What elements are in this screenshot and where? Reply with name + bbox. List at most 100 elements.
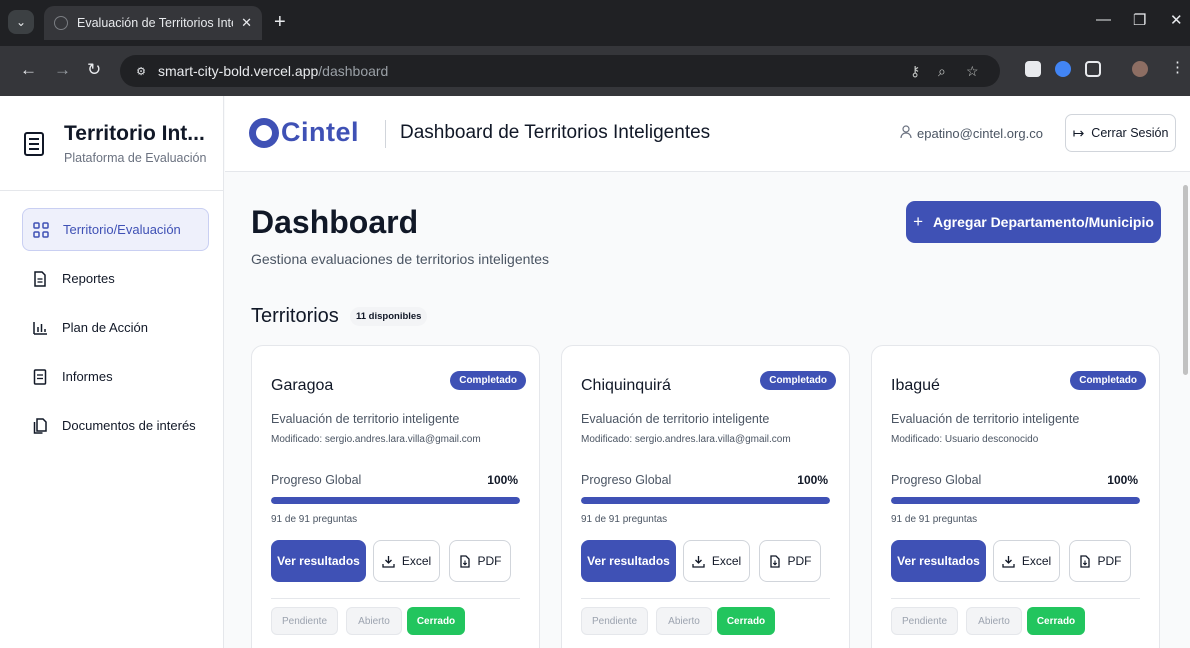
progress-bar (271, 497, 520, 504)
minimize-icon[interactable]: — (1096, 11, 1111, 28)
state-cerrado-button[interactable]: Cerrado (407, 607, 465, 635)
plus-icon: + (913, 212, 923, 231)
view-results-label: Ver resultados (897, 554, 980, 568)
card-divider (271, 598, 520, 599)
count-badge: 11 disponibles (350, 307, 428, 326)
site-info-icon[interactable]: ⚙ (130, 61, 152, 81)
state-abierto-button[interactable]: Abierto (346, 607, 402, 635)
card-divider (581, 598, 830, 599)
sidebar-item-informes[interactable]: Informes (22, 355, 209, 398)
state-pendiente-button[interactable]: Pendiente (271, 607, 338, 635)
cintel-logo-mark-icon (249, 117, 279, 148)
territory-description: Evaluación de territorio inteligente (271, 412, 460, 426)
app-header: Cintel Dashboard de Territorios Intelige… (225, 96, 1190, 172)
extension-shield-icon[interactable] (1025, 61, 1041, 77)
section-title: Territorios (251, 305, 339, 327)
grid-icon (33, 221, 49, 238)
pdf-button[interactable]: PDF (1069, 540, 1131, 582)
pdf-button[interactable]: PDF (449, 540, 511, 582)
url-host: smart-city-bold.vercel.app (158, 63, 319, 79)
pdf-button[interactable]: PDF (759, 540, 821, 582)
sidebar-subtitle: Plataforma de Evaluación (64, 151, 207, 165)
cintel-logo: Cintel (249, 117, 359, 148)
tab-title: Evaluación de Territorios Intelig (77, 16, 233, 30)
add-button-label: Agregar Departamento/Municipio (933, 214, 1154, 230)
state-abierto-button[interactable]: Abierto (656, 607, 712, 635)
pdf-label: PDF (787, 554, 812, 568)
download-icon (382, 555, 395, 568)
modified-by: Modificado: Usuario desconocido (891, 434, 1039, 445)
extension-blue-icon[interactable] (1055, 61, 1071, 77)
territory-name: Garagoa (271, 377, 334, 394)
card-divider (891, 598, 1140, 599)
zoom-icon[interactable]: ⌕ (938, 63, 946, 80)
building-icon (24, 132, 44, 156)
tab-search-button[interactable]: ⌄ (8, 10, 34, 34)
file-download-icon (1079, 554, 1091, 568)
browser-menu-icon[interactable]: ⋮ (1170, 58, 1185, 76)
download-icon (1002, 555, 1015, 568)
files-icon (32, 417, 48, 434)
address-bar[interactable]: ⚙ smart-city-bold.vercel.app/dashboard ⚷… (120, 55, 1000, 87)
chevron-down-icon: ⌄ (15, 15, 27, 29)
territory-description: Evaluación de territorio inteligente (891, 412, 1080, 426)
sidebar-item-territorio[interactable]: Territorio/Evaluación (22, 208, 209, 251)
page-title: Dashboard (251, 204, 419, 240)
view-results-button[interactable]: Ver resultados (581, 540, 676, 582)
browser-tab[interactable]: Evaluación de Territorios Intelig ✕ (44, 6, 262, 40)
extensions-puzzle-icon[interactable] (1085, 61, 1101, 77)
page-subtitle: Gestiona evaluaciones de territorios int… (251, 251, 550, 267)
excel-button[interactable]: Excel (683, 540, 750, 582)
sidebar-item-label: Reportes (62, 271, 115, 286)
user-email: epatino@cintel.org.co (917, 126, 1043, 141)
sidebar-item-reportes[interactable]: Reportes (22, 257, 209, 300)
territory-name: Chiquinquirá (581, 377, 671, 394)
state-cerrado-button[interactable]: Cerrado (1027, 607, 1085, 635)
progress-bar (581, 497, 830, 504)
excel-button[interactable]: Excel (373, 540, 440, 582)
view-results-button[interactable]: Ver resultados (891, 540, 986, 582)
territory-card: Chiquinquirá Completado Evaluación de te… (561, 345, 850, 648)
restore-icon[interactable]: ❐ (1133, 11, 1146, 29)
bookmark-star-icon[interactable]: ☆ (966, 63, 979, 80)
excel-button[interactable]: Excel (993, 540, 1060, 582)
new-tab-button[interactable]: + (274, 12, 286, 32)
progress-count: 91 de 91 preguntas (891, 514, 978, 525)
browser-tab-bar: ⌄ Evaluación de Territorios Intelig ✕ + … (0, 0, 1190, 46)
view-results-label: Ver resultados (587, 554, 670, 568)
header-divider (385, 120, 386, 148)
sidebar-item-plan-accion[interactable]: Plan de Acción (22, 306, 209, 349)
state-abierto-button[interactable]: Abierto (966, 607, 1022, 635)
file-download-icon (769, 554, 781, 568)
logout-label: Cerrar Sesión (1091, 126, 1169, 140)
territory-card: Garagoa Completado Evaluación de territo… (251, 345, 540, 648)
progress-percent: 100% (1107, 473, 1138, 487)
excel-label: Excel (1021, 554, 1052, 568)
logo-text: Cintel (281, 117, 360, 147)
forward-arrow-icon[interactable]: → (54, 60, 71, 80)
scrollbar[interactable] (1183, 185, 1188, 375)
bar-chart-icon (32, 320, 48, 336)
state-pendiente-button[interactable]: Pendiente (891, 607, 958, 635)
sidebar-item-documentos[interactable]: Documentos de interés (22, 404, 209, 447)
profile-avatar[interactable] (1132, 61, 1148, 77)
close-window-icon[interactable]: ✕ (1170, 11, 1183, 29)
back-arrow-icon[interactable]: ← (20, 60, 37, 80)
password-key-icon[interactable]: ⚷ (910, 63, 920, 80)
logout-button[interactable]: ↦ Cerrar Sesión (1065, 114, 1176, 152)
view-results-button[interactable]: Ver resultados (271, 540, 366, 582)
progress-percent: 100% (487, 473, 518, 487)
state-cerrado-button[interactable]: Cerrado (717, 607, 775, 635)
document-icon (32, 368, 48, 385)
tab-close-icon[interactable]: ✕ (241, 15, 252, 31)
sidebar: Territorio Int... Plataforma de Evaluaci… (0, 96, 224, 648)
sidebar-brand: Territorio Int... Plataforma de Evaluaci… (0, 96, 224, 191)
sidebar-item-label: Plan de Acción (62, 320, 149, 335)
pdf-label: PDF (1097, 554, 1122, 568)
add-department-button[interactable]: + Agregar Departamento/Municipio (906, 201, 1161, 243)
reload-icon[interactable]: ↻ (87, 60, 101, 80)
header-title: Dashboard de Territorios Inteligentes (400, 122, 711, 143)
file-download-icon (459, 554, 471, 568)
state-pendiente-button[interactable]: Pendiente (581, 607, 648, 635)
view-results-label: Ver resultados (277, 554, 360, 568)
